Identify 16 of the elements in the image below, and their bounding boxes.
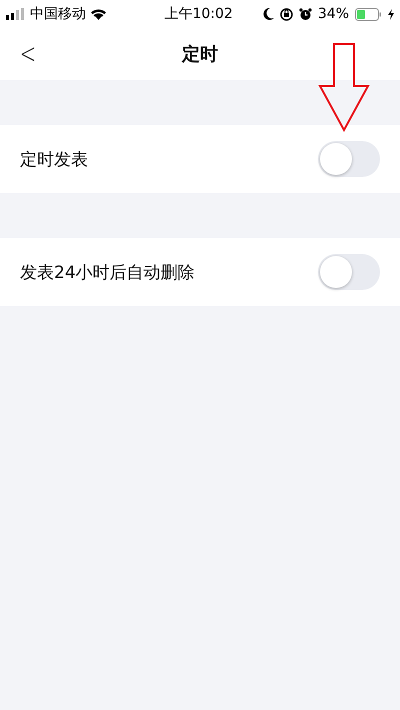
signal-icon [6,8,26,20]
toggle-switch[interactable] [318,141,380,177]
battery-percent: 34% [318,6,349,22]
alarm-clock-icon [298,8,312,20]
back-button[interactable]: < [18,38,38,70]
setting-label: 发表24小时后自动删除 [20,262,196,284]
carrier-name: 中国移动 [30,5,86,23]
rotation-lock-icon [280,8,293,20]
page-title: 定时 [182,43,218,66]
status-time: 上午10:02 [163,5,234,23]
wifi-icon [90,8,107,20]
battery-icon [355,8,382,20]
setting-label: 定时发表 [20,148,89,170]
moon-icon [262,8,274,20]
charging-icon [388,8,394,20]
toggle-switch[interactable] [318,254,380,290]
